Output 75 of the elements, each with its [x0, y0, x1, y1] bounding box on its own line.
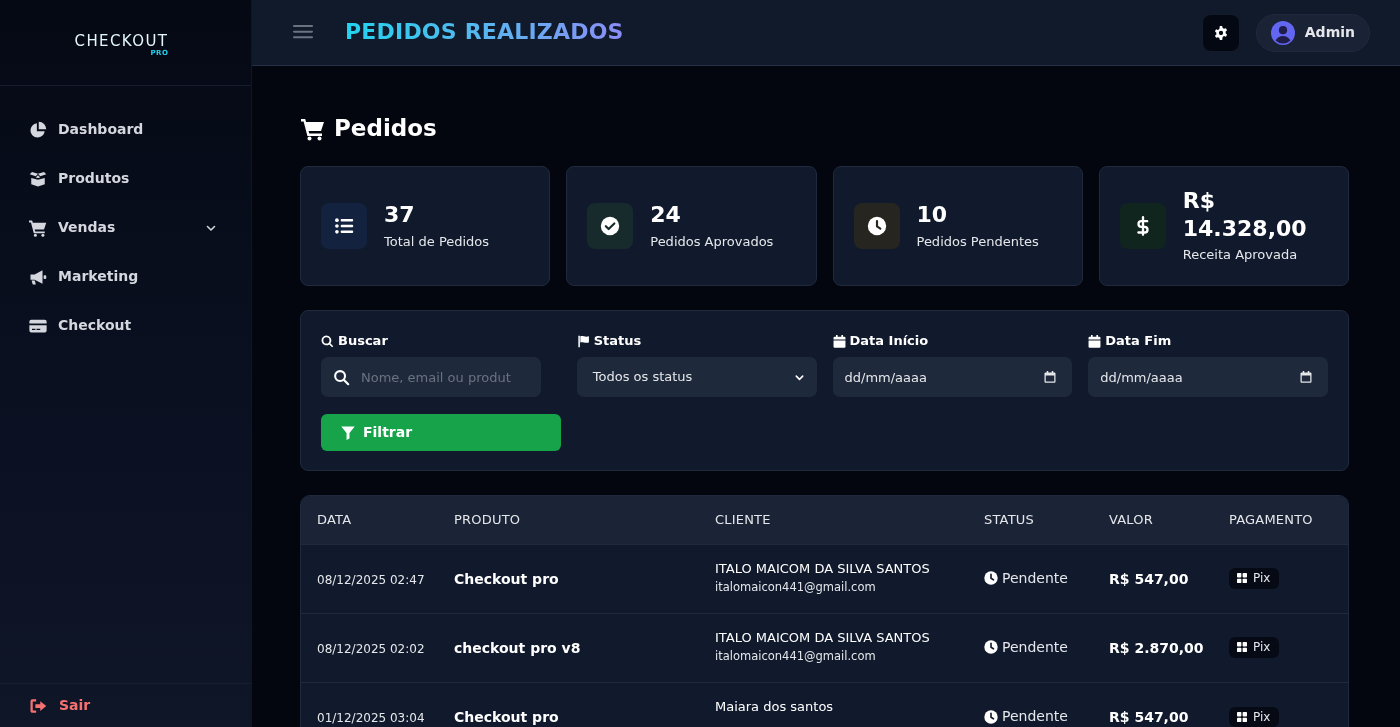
order-date: 08/12/2025 02:02	[317, 641, 425, 656]
field-label: Data Fim	[1105, 332, 1172, 351]
calendar-icon	[1044, 371, 1057, 383]
column-header: PRODUTO	[454, 512, 521, 527]
megaphone-icon	[28, 267, 48, 286]
column-header: DATA	[317, 512, 352, 527]
clock-icon	[984, 709, 998, 724]
date-field[interactable]: dd/mm/aaaa	[1088, 357, 1328, 397]
column-header: CLIENTE	[715, 512, 771, 527]
date-field[interactable]: dd/mm/aaaa	[832, 357, 1073, 397]
grid-icon	[1237, 573, 1247, 584]
funnel-icon	[341, 425, 355, 440]
payment-method: Pix	[1253, 571, 1271, 586]
field-label: Data Início	[849, 332, 929, 351]
client-email: italomaicon441@gmail.com	[715, 650, 877, 664]
order-amount: R$ 2.870,00	[1109, 639, 1204, 656]
grid-icon	[1237, 711, 1247, 722]
search-icon	[321, 334, 334, 348]
menu-icon[interactable]	[293, 24, 313, 41]
stat-value: 24	[650, 201, 682, 229]
column-header: STATUS	[984, 512, 1034, 527]
calendar-icon	[1088, 334, 1102, 348]
user-menu-button[interactable]: Admin	[1255, 13, 1370, 52]
cart-icon	[300, 117, 326, 141]
pie-chart-icon	[28, 120, 48, 139]
calendar-icon	[1300, 371, 1312, 383]
status-label: Pendente	[1002, 639, 1068, 656]
sign-out-icon	[28, 696, 48, 715]
sidebar-nav-item[interactable]: Vendas	[0, 203, 251, 252]
status-label: Pendente	[1002, 570, 1068, 587]
stat-label: Receita Aprovada	[1182, 246, 1299, 265]
sidebar-nav-item[interactable]: Checkout	[0, 301, 251, 350]
client-name: ITALO MAICOM DA SILVA SANTOS	[715, 629, 931, 646]
clock-icon	[984, 571, 998, 586]
cart-icon	[28, 218, 48, 237]
product-name: Checkout pro	[454, 709, 559, 726]
grid-icon	[1237, 642, 1247, 653]
stat-label: Pedidos Aprovados	[650, 232, 774, 251]
field-label: Status	[593, 332, 642, 351]
order-amount: R$ 547,00	[1109, 570, 1189, 587]
client-email: italomaicon441@gmail.com	[715, 581, 877, 595]
payment-method: Pix	[1253, 640, 1271, 655]
sidebar-nav-item[interactable]: Dashboard	[0, 105, 251, 154]
stat-label: Total de Pedidos	[384, 232, 490, 251]
stat-value: 37	[384, 201, 416, 229]
order-date: 01/12/2025 03:04	[317, 711, 425, 726]
logo-wordmark: CHECKOUT	[74, 34, 169, 49]
sidebar-nav-item[interactable]: Produtos	[0, 154, 251, 203]
box-icon	[28, 169, 48, 188]
calendar-icon	[832, 334, 846, 348]
stat-value: 10	[916, 201, 949, 229]
field-label: Buscar	[338, 332, 388, 351]
stat-value: R$ 14.328,00	[1182, 187, 1308, 243]
client-name: Maiara dos santos	[715, 698, 835, 715]
column-header: PAGAMENTO	[1229, 512, 1313, 527]
status-label: Pendente	[1002, 708, 1068, 726]
clock-icon	[984, 640, 998, 655]
column-header: VALOR	[1109, 512, 1153, 527]
flag-icon	[576, 334, 590, 348]
page-title: Pedidos	[334, 115, 437, 143]
order-date: 08/12/2025 02:47	[317, 572, 425, 587]
logout-link[interactable]: Sair	[0, 695, 91, 716]
gear-icon	[1213, 25, 1228, 40]
search-icon	[333, 368, 350, 386]
product-name: Checkout pro	[454, 570, 559, 587]
sidebar-nav-item[interactable]: Marketing	[0, 252, 251, 301]
product-name: checkout pro v8	[454, 639, 581, 656]
payment-method: Pix	[1253, 709, 1271, 724]
search-field[interactable]: Nome, email ou produt	[321, 357, 541, 397]
status-select[interactable]: Todos os status	[576, 357, 817, 397]
settings-button[interactable]	[1201, 13, 1240, 52]
stat-label: Pedidos Pendentes	[916, 232, 1039, 251]
client-name: ITALO MAICOM DA SILVA SANTOS	[715, 560, 931, 577]
avatar-icon	[1270, 20, 1295, 45]
order-amount: R$ 547,00	[1109, 709, 1189, 726]
